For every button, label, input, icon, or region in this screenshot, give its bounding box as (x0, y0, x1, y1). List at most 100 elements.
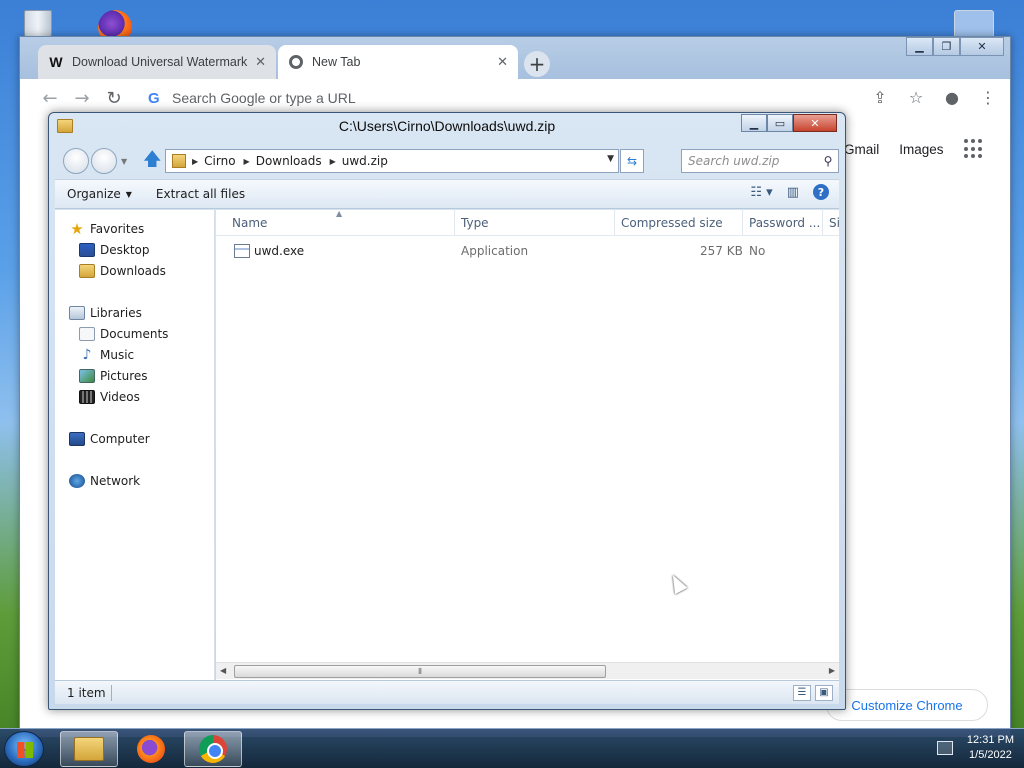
explorer-window-controls: ▁ ▭ ✕ (741, 114, 837, 132)
nav-desktop[interactable]: Desktop (79, 243, 150, 257)
nav-pictures[interactable]: Pictures (79, 369, 148, 383)
column-divider[interactable] (742, 210, 743, 236)
status-divider (111, 685, 112, 701)
explorer-window: C:\Users\Cirno\Downloads\uwd.zip ▁ ▭ ✕ ▼… (48, 112, 846, 710)
nav-libraries[interactable]: Libraries (69, 306, 142, 320)
column-type[interactable]: Type (461, 216, 489, 230)
share-icon[interactable]: ⇪ (866, 83, 894, 111)
search-placeholder: Search uwd.zip (688, 154, 780, 168)
back-arrow-icon[interactable]: ← (34, 82, 66, 114)
nav-videos[interactable]: Videos (79, 390, 140, 404)
file-row[interactable]: uwd.exe Application 257 KB No (216, 242, 839, 262)
new-tab-button[interactable]: + (524, 51, 550, 77)
close-window-button[interactable]: ✕ (793, 114, 837, 132)
menu-kebab-icon[interactable]: ⋮ (974, 83, 1002, 111)
column-divider[interactable] (454, 210, 455, 236)
up-arrow-icon[interactable]: 🡅 (143, 151, 162, 171)
view-toggle-group: ☰ ▣ (793, 685, 833, 701)
reload-icon[interactable]: ↻ (98, 82, 130, 114)
system-tray: 12:31 PM 1/5/2022 (936, 733, 1014, 763)
recycle-bin-icon[interactable] (18, 4, 58, 40)
column-compressed-size[interactable]: Compressed size (621, 216, 723, 230)
apps-grid-icon[interactable] (963, 139, 984, 159)
close-window-button[interactable]: ✕ (960, 37, 1004, 56)
minimize-button[interactable]: ▁ (906, 37, 933, 56)
column-name[interactable]: Name (232, 216, 267, 230)
column-divider[interactable] (614, 210, 615, 236)
breadcrumb-cirno[interactable]: ▶ Cirno (192, 154, 236, 168)
large-icons-view-icon[interactable]: ▣ (815, 685, 833, 701)
taskbar: 12:31 PM 1/5/2022 (0, 728, 1024, 768)
column-divider[interactable] (822, 210, 823, 236)
nav-network[interactable]: Network (69, 474, 140, 488)
taskbar-chrome-button[interactable] (184, 731, 242, 767)
close-tab-icon[interactable]: ✕ (255, 54, 266, 70)
file-password: No (749, 244, 766, 258)
nav-music[interactable]: ♪ Music (79, 347, 135, 363)
tab-download-uwd[interactable]: W Download Universal Watermark D ✕ (38, 45, 276, 79)
gmail-link[interactable]: Gmail (844, 142, 879, 157)
organize-button[interactable]: Organize ▼ (55, 187, 144, 201)
nav-documents[interactable]: Documents (79, 327, 168, 341)
start-button[interactable] (4, 731, 44, 767)
status-bar: 1 item ☰ ▣ (55, 680, 839, 704)
videos-icon (79, 390, 95, 404)
customize-chrome-button[interactable]: Customize Chrome (826, 689, 988, 721)
clock-time: 12:31 PM (966, 734, 1014, 746)
maximize-button[interactable]: ❐ (933, 37, 960, 56)
profile-icon[interactable]: ● (938, 83, 966, 111)
details-view-icon[interactable]: ☰ (793, 685, 811, 701)
horizontal-scrollbar[interactable]: ◀ ⦀ ▶ (216, 662, 839, 679)
address-bar[interactable]: ▶ Cirno ▶ Downloads ▶ uwd.zip ▼ (165, 149, 619, 173)
tab-new-tab[interactable]: New Tab ✕ (278, 45, 518, 79)
libraries-icon (69, 306, 85, 320)
network-tray-icon[interactable] (936, 741, 953, 755)
taskbar-explorer-button[interactable] (60, 731, 118, 767)
help-icon[interactable]: ? (813, 184, 829, 200)
column-size[interactable]: Si (829, 216, 840, 230)
preview-pane-icon[interactable]: ▥ (787, 185, 799, 200)
breadcrumb-downloads[interactable]: ▶ Downloads (244, 154, 322, 168)
window-title: C:\Users\Cirno\Downloads\uwd.zip (338, 118, 556, 134)
pictures-icon (79, 369, 95, 383)
taskbar-firefox-button[interactable] (122, 731, 180, 767)
scroll-right-arrow-icon[interactable]: ▶ (829, 666, 835, 675)
desktop-icon (79, 243, 95, 257)
command-bar-right: ☷ ▾ ▥ ? (750, 184, 829, 200)
nav-computer[interactable]: Computer (69, 432, 150, 446)
search-icon[interactable]: ⚲ (818, 154, 838, 168)
scroll-left-arrow-icon[interactable]: ◀ (220, 666, 226, 675)
omnibox-placeholder: Search Google or type a URL (172, 90, 356, 106)
firefox-icon (137, 735, 165, 763)
star-icon: ★ (70, 220, 84, 238)
breadcrumb-uwd-zip[interactable]: ▶ uwd.zip (330, 154, 388, 168)
extract-all-button[interactable]: Extract all files (144, 187, 257, 201)
bookmark-star-icon[interactable]: ☆ (902, 83, 930, 111)
address-row: ▼ 🡅 ▶ Cirno ▶ Downloads ▶ uwd.zip ▼ ⇆ Searc… (57, 147, 839, 175)
clock[interactable]: 12:31 PM 1/5/2022 (967, 733, 1014, 763)
omnibox[interactable]: G Search Google or type a URL (138, 83, 868, 113)
file-name: uwd.exe (254, 244, 305, 258)
maximize-button[interactable]: ▭ (767, 114, 793, 132)
images-link[interactable]: Images (899, 142, 943, 157)
forward-button[interactable] (91, 148, 117, 174)
refresh-button[interactable]: ⇆ (620, 149, 644, 173)
chrome-favicon (288, 54, 304, 70)
address-dropdown-icon[interactable]: ▼ (607, 154, 614, 164)
close-tab-icon[interactable]: ✕ (497, 54, 508, 70)
nav-favorites[interactable]: ★ Favorites (69, 220, 144, 238)
back-button[interactable] (63, 148, 89, 174)
recent-pages-dropdown-icon[interactable]: ▼ (121, 157, 127, 166)
scrollbar-thumb[interactable]: ⦀ (234, 665, 606, 678)
column-password[interactable]: Password ... (749, 216, 820, 230)
explorer-titlebar[interactable]: C:\Users\Cirno\Downloads\uwd.zip ▁ ▭ ✕ (49, 113, 845, 141)
nav-downloads[interactable]: Downloads (79, 264, 166, 278)
change-view-icon[interactable]: ☷ ▾ (750, 185, 772, 200)
computer-icon (69, 432, 85, 446)
documents-icon (79, 327, 95, 341)
forward-arrow-icon[interactable]: → (66, 82, 98, 114)
music-icon: ♪ (82, 347, 92, 363)
command-bar: Organize ▼ Extract all files ☷ ▾ ▥ ? (55, 179, 839, 209)
search-box[interactable]: Search uwd.zip ⚲ (681, 149, 839, 173)
minimize-button[interactable]: ▁ (741, 114, 767, 132)
